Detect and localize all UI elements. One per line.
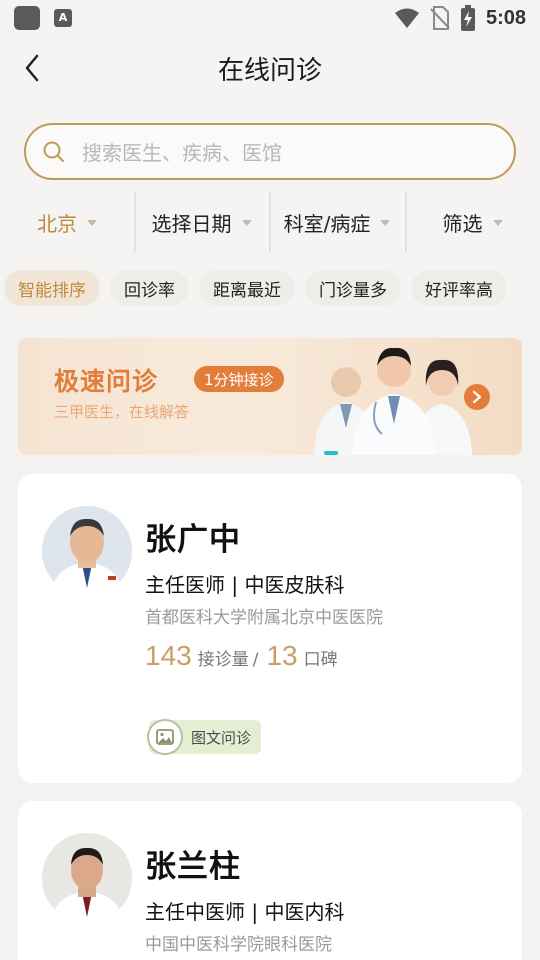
filter-date-label: 选择日期	[151, 211, 232, 236]
sort-chip-most-visits[interactable]: 门诊量多	[305, 270, 401, 306]
reputation-count: 13	[266, 640, 298, 671]
doctor-stats: 143 接诊量 / 13 口碑	[145, 640, 338, 672]
banner-arrow-button[interactable]	[464, 384, 490, 410]
service-tag-image-text[interactable]: 图文问诊	[147, 719, 262, 755]
banner-tag: 1分钟接诊	[194, 366, 284, 392]
doctor-name: 张广中	[145, 522, 241, 558]
doctor-title: 主任医师 | 中医皮肤科	[145, 573, 345, 597]
promo-banner[interactable]: 极速问诊 1分钟接诊 三甲医生，在线解答	[18, 338, 522, 455]
page-title: 在线问诊	[217, 56, 322, 86]
carousel-indicator	[324, 451, 338, 455]
caret-down-icon	[87, 220, 97, 226]
no-sim-icon	[430, 6, 450, 30]
header: 在线问诊	[0, 36, 540, 100]
filter-more[interactable]: 筛选	[405, 192, 540, 252]
app-notification-icon	[14, 6, 40, 30]
filter-city-label: 北京	[37, 211, 77, 236]
consult-label: 接诊量	[197, 650, 249, 670]
filter-more-label: 筛选	[442, 211, 483, 236]
banner-subtitle: 三甲医生，在线解答	[54, 403, 190, 421]
sort-chip-top-rated[interactable]: 好评率高	[411, 270, 507, 306]
wifi-icon	[394, 8, 419, 28]
service-label: 图文问诊	[191, 728, 252, 747]
doctor-name: 张兰柱	[145, 849, 241, 885]
doctor-hospital: 中国中医科学院眼科医院	[145, 935, 332, 955]
battery-charging-icon	[460, 5, 475, 31]
chevron-right-icon	[472, 390, 482, 404]
stat-separator: /	[252, 650, 259, 670]
clock: 5:08	[485, 6, 526, 29]
sort-chips: 智能排序 回诊率 距离最近 门诊量多 好评率高	[4, 270, 507, 306]
doctor-card[interactable]: 张广中 主任医师 | 中医皮肤科 首都医科大学附属北京中医医院 143 接诊量 …	[18, 474, 522, 783]
doctor-title: 主任中医师 | 中医内科	[145, 900, 345, 924]
sort-chip-smart[interactable]: 智能排序	[4, 270, 100, 306]
search-input[interactable]: 搜索医生、疾病、医馆	[24, 123, 516, 180]
keyboard-a-icon: A	[54, 9, 72, 27]
filter-bar: 北京 选择日期 科室/病症 筛选	[0, 192, 540, 252]
search-icon	[43, 141, 64, 162]
banner-title: 极速问诊	[54, 367, 159, 396]
search-placeholder: 搜索医生、疾病、医馆	[82, 141, 282, 165]
sort-chip-return-rate[interactable]: 回诊率	[110, 270, 189, 306]
filter-department[interactable]: 科室/病症	[269, 192, 405, 252]
status-icons: 5:08	[394, 4, 526, 32]
avatar	[42, 833, 132, 923]
status-bar: A 5:08	[0, 0, 540, 36]
image-icon	[147, 719, 183, 755]
doctors-illustration	[314, 347, 472, 455]
doctor-hospital: 首都医科大学附属北京中医医院	[145, 608, 383, 628]
doctor-card[interactable]: 张兰柱 主任中医师 | 中医内科 中国中医科学院眼科医院	[18, 801, 522, 960]
filter-date[interactable]: 选择日期	[134, 192, 269, 252]
caret-down-icon	[492, 220, 503, 226]
sort-chip-nearest[interactable]: 距离最近	[199, 270, 295, 306]
caret-down-icon	[380, 220, 391, 226]
reputation-label: 口碑	[303, 650, 338, 670]
filter-department-label: 科室/病症	[283, 211, 371, 236]
avatar	[42, 506, 132, 596]
caret-down-icon	[241, 220, 252, 226]
consult-count: 143	[145, 640, 192, 671]
filter-city[interactable]: 北京	[0, 192, 134, 252]
